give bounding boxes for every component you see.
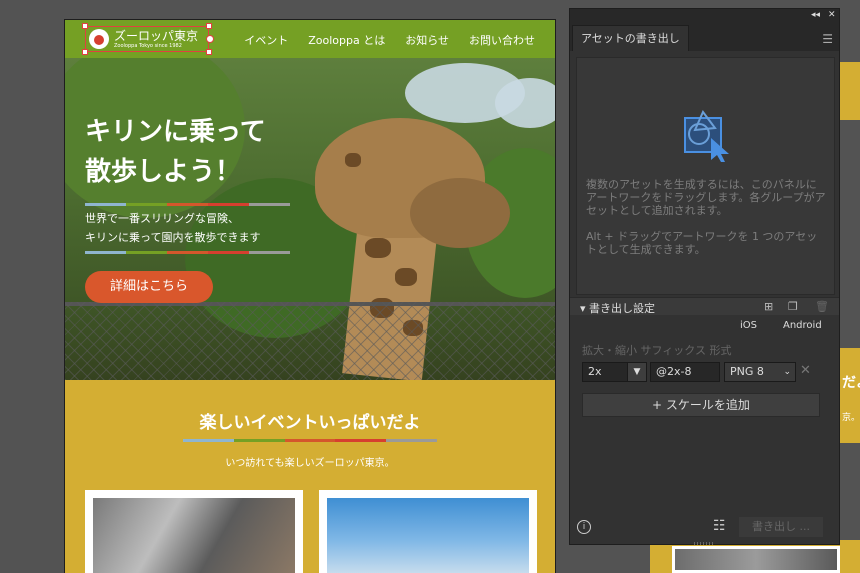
fence bbox=[65, 302, 555, 380]
events-subtitle: いつ訪れても楽しいズーロッパ東京。 bbox=[225, 458, 395, 469]
background-artboard-fragment-top bbox=[840, 62, 860, 120]
chevron-down-icon: ⌄ bbox=[783, 367, 791, 377]
add-scale-button[interactable]: + スケールを追加 bbox=[582, 393, 820, 417]
asset-export-panel: ◂◂ ✕ アセットの書き出し ☰ 複数のアセットを生成するには、このパネルにアー… bbox=[569, 8, 840, 545]
duplicate-icon[interactable]: ❐ bbox=[788, 300, 798, 313]
hero-title: キリンに乗って 散歩しよう！ bbox=[85, 117, 266, 187]
panel-menu-icon[interactable]: ☰ bbox=[822, 32, 833, 46]
bg-fragment-text-2: 京。 bbox=[842, 413, 860, 423]
scale-dropdown-icon[interactable]: ▼ bbox=[627, 362, 647, 382]
suffix-input[interactable]: @2x-8 bbox=[650, 362, 720, 382]
selection-handle-tr[interactable] bbox=[206, 23, 212, 29]
drag-artwork-icon bbox=[684, 110, 729, 162]
selection-handle-br[interactable] bbox=[206, 49, 212, 55]
info-icon[interactable]: i bbox=[577, 520, 591, 534]
hero-image: キリンに乗って 散歩しよう！ 世界で一番スリリングな冒険、 キリンに乗って園内を… bbox=[65, 58, 555, 380]
ios-preset[interactable]: iOS bbox=[740, 320, 757, 331]
logo-subtitle: Zooloppa Tokyo since 1982 bbox=[114, 43, 182, 49]
export-button[interactable]: 書き出し ... bbox=[739, 517, 823, 537]
logo-selected[interactable]: ズーロッパ東京 Zooloppa Tokyo since 1982 bbox=[85, 26, 209, 52]
android-preset[interactable]: Android bbox=[783, 320, 822, 331]
scale-select[interactable]: 2x bbox=[582, 362, 628, 382]
bg-fragment-text-1: だよ bbox=[842, 375, 860, 391]
events-divider bbox=[183, 439, 437, 442]
export-list-icon[interactable]: ☷ bbox=[713, 518, 726, 534]
hero-divider-top bbox=[85, 203, 290, 206]
hero-divider-bottom bbox=[85, 251, 290, 254]
site-header: ズーロッパ東京 Zooloppa Tokyo since 1982 イベント Z… bbox=[65, 20, 555, 58]
artboard[interactable]: ズーロッパ東京 Zooloppa Tokyo since 1982 イベント Z… bbox=[64, 19, 556, 573]
trash-icon[interactable]: 🗑 bbox=[815, 300, 829, 313]
asset-drop-area[interactable]: 複数のアセットを生成するには、このパネルにアートワークをドラッグします。各グルー… bbox=[576, 57, 835, 295]
export-settings-title: ▾ 書き出し設定 bbox=[580, 302, 656, 315]
site-nav: イベント Zooloppa とは お知らせ お問い合わせ bbox=[244, 32, 535, 48]
background-artboard-fragment-mid: だよ 京。 bbox=[840, 348, 860, 443]
panel-tab-row: アセットの書き出し ☰ bbox=[570, 23, 839, 51]
logo-title: ズーロッパ東京 bbox=[114, 29, 199, 43]
format-select[interactable]: PNG 8 ⌄ bbox=[724, 362, 796, 382]
event-card-giraffe[interactable] bbox=[319, 490, 537, 573]
giraffe-sky-image bbox=[327, 498, 529, 573]
alt-drag-hint-text: Alt + ドラッグでアートワークを 1 つのアセットとして生成できます。 bbox=[586, 230, 818, 256]
event-card-kitten[interactable] bbox=[85, 490, 303, 573]
field-labels: 拡大・縮小 サフィックス 形式 bbox=[582, 344, 732, 357]
nav-item-contact[interactable]: お問い合わせ bbox=[469, 32, 535, 48]
kitten-image bbox=[93, 498, 295, 573]
drop-hint-text: 複数のアセットを生成するには、このパネルにアートワークをドラッグします。各グルー… bbox=[586, 178, 826, 217]
panel-titlebar: ◂◂ ✕ bbox=[570, 9, 839, 23]
export-settings-header[interactable]: ▾ 書き出し設定 ⊞ ❐ 🗑 bbox=[570, 297, 839, 315]
details-button[interactable]: 詳細はこちら bbox=[85, 271, 213, 303]
nav-item-about[interactable]: Zooloppa とは bbox=[308, 32, 385, 48]
hero-description: 世界で一番スリリングな冒険、 キリンに乗って園内を散歩できます bbox=[85, 212, 261, 244]
close-panel-icon[interactable]: ✕ bbox=[828, 10, 836, 20]
collapse-panel-icon[interactable]: ◂◂ bbox=[811, 10, 820, 20]
logo-mark-icon bbox=[89, 29, 109, 49]
plus-icon: + bbox=[652, 398, 666, 412]
rotate-handle[interactable] bbox=[206, 35, 214, 43]
nav-item-events[interactable]: イベント bbox=[244, 32, 288, 48]
events-title: 楽しいイベントいっぱいだよ bbox=[199, 413, 421, 433]
selection-handle-bl[interactable] bbox=[82, 49, 88, 55]
add-icon[interactable]: ⊞ bbox=[764, 300, 773, 313]
remove-scale-icon[interactable]: ✕ bbox=[800, 363, 811, 378]
nav-item-news[interactable]: お知らせ bbox=[405, 32, 449, 48]
selection-handle-tl[interactable] bbox=[82, 23, 88, 29]
tab-asset-export[interactable]: アセットの書き出し bbox=[572, 25, 689, 51]
bg-card-image bbox=[672, 546, 840, 573]
panel-resize-grip[interactable] bbox=[694, 542, 714, 545]
panel-footer: i ☷ 書き出し ... bbox=[570, 512, 839, 545]
